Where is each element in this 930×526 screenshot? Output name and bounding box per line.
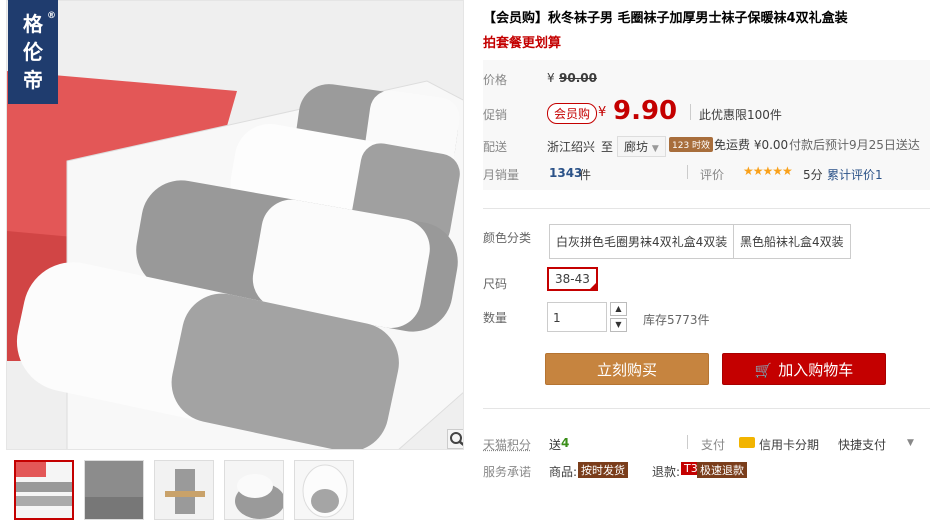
selected-check-icon: [588, 282, 597, 290]
member-tag: 会员购: [547, 103, 598, 124]
shipping-fee: 免运费 ¥0.00: [714, 138, 789, 152]
quick-pay[interactable]: 快捷支付: [838, 436, 886, 453]
promo-label: 促销: [483, 108, 508, 122]
brand-logo: ® 格 伦 帝: [8, 0, 58, 104]
product-title: 【会员购】秋冬袜子男 毛圈袜子加厚男士袜子保暖袜4双礼盒装: [483, 11, 848, 26]
sock-box-illustration: [7, 1, 463, 449]
divider: [483, 208, 930, 209]
magnifier-icon[interactable]: [447, 429, 463, 449]
points-value: 4: [561, 436, 570, 450]
promo-price: 9.90: [613, 96, 678, 126]
promo-currency: ¥: [598, 105, 607, 120]
sales-unit: 件: [579, 168, 592, 182]
divider: [690, 104, 691, 120]
shipping-to-word: 至: [601, 140, 614, 154]
quantity-down-button[interactable]: ▼: [610, 318, 627, 332]
review-count-link[interactable]: 累计评价1: [827, 166, 883, 183]
divider: [483, 408, 930, 409]
shipping-from: 浙江绍兴: [547, 140, 596, 154]
points-text: 送: [549, 438, 562, 452]
credit-installment[interactable]: 信用卡分期: [759, 436, 819, 453]
chevron-down-icon[interactable]: ▼: [907, 438, 914, 448]
speed-badge: 123 时效: [669, 137, 714, 152]
stock-text: 库存5773件: [643, 313, 710, 327]
points-label[interactable]: 天猫积分: [483, 436, 531, 453]
divider: [687, 435, 688, 449]
price-currency: ¥: [547, 71, 555, 85]
size-value: 38-43: [555, 272, 590, 286]
review-label: 评价: [700, 168, 725, 182]
city-value: 廊坊: [624, 140, 649, 154]
price-label: 价格: [483, 73, 508, 87]
color-option-2[interactable]: 黑色船袜礼盒4双装: [733, 224, 851, 259]
cart-icon: 🛒: [754, 363, 773, 379]
color-label: 颜色分类: [483, 231, 532, 245]
logo-char: 伦: [23, 40, 43, 64]
chevron-down-icon: ▼: [651, 144, 659, 154]
thumbnail-1[interactable]: [14, 460, 74, 520]
thumbnail-strip: [14, 460, 354, 520]
logo-char: 帝: [23, 68, 43, 92]
fast-refund-tag: 极速退款: [697, 462, 747, 478]
registered-mark: ®: [47, 11, 56, 21]
original-price: 90.00: [559, 71, 597, 85]
size-label: 尺码: [483, 277, 508, 291]
shipping-eta: 付款后预计9月25日送达: [789, 138, 920, 152]
thumbnail-3[interactable]: [154, 460, 214, 520]
buy-now-button[interactable]: 立刻购买: [545, 353, 709, 385]
payment-label: 支付: [701, 438, 726, 452]
service-label: 服务承诺: [483, 465, 532, 479]
promo-limit: 此优惠限100件: [699, 108, 782, 122]
sales-label: 月销量: [483, 168, 520, 182]
city-select[interactable]: 廊坊 ▼: [617, 136, 666, 157]
product-subtitle: 拍套餐更划算: [483, 36, 562, 51]
service-refund-label: 退款:: [652, 465, 681, 479]
color-option-1[interactable]: 白灰拼色毛圈男袜4双礼盒4双装: [549, 224, 735, 259]
add-to-cart-label: 加入购物车: [778, 361, 854, 379]
quantity-up-button[interactable]: ▲: [610, 302, 627, 316]
ontime-tag: 按时发货: [578, 462, 628, 478]
sales-count: 1343: [549, 166, 583, 180]
add-to-cart-button[interactable]: 🛒 加入购物车: [722, 353, 886, 385]
divider: [687, 165, 688, 179]
credit-card-icon: [739, 437, 755, 448]
service-goods-label: 商品:: [549, 465, 578, 479]
logo-char: 格: [23, 12, 43, 36]
rating-score: 5分: [803, 168, 823, 182]
main-product-image[interactable]: [6, 0, 464, 450]
quantity-label: 数量: [483, 311, 508, 325]
rating-stars: ★★★★★: [743, 164, 793, 178]
shipping-label: 配送: [483, 140, 508, 154]
thumbnail-2[interactable]: [84, 460, 144, 520]
size-option-selected[interactable]: 38-43: [547, 267, 598, 291]
thumbnail-5[interactable]: [294, 460, 354, 520]
quantity-input[interactable]: 1: [547, 302, 607, 332]
thumbnail-4[interactable]: [224, 460, 284, 520]
